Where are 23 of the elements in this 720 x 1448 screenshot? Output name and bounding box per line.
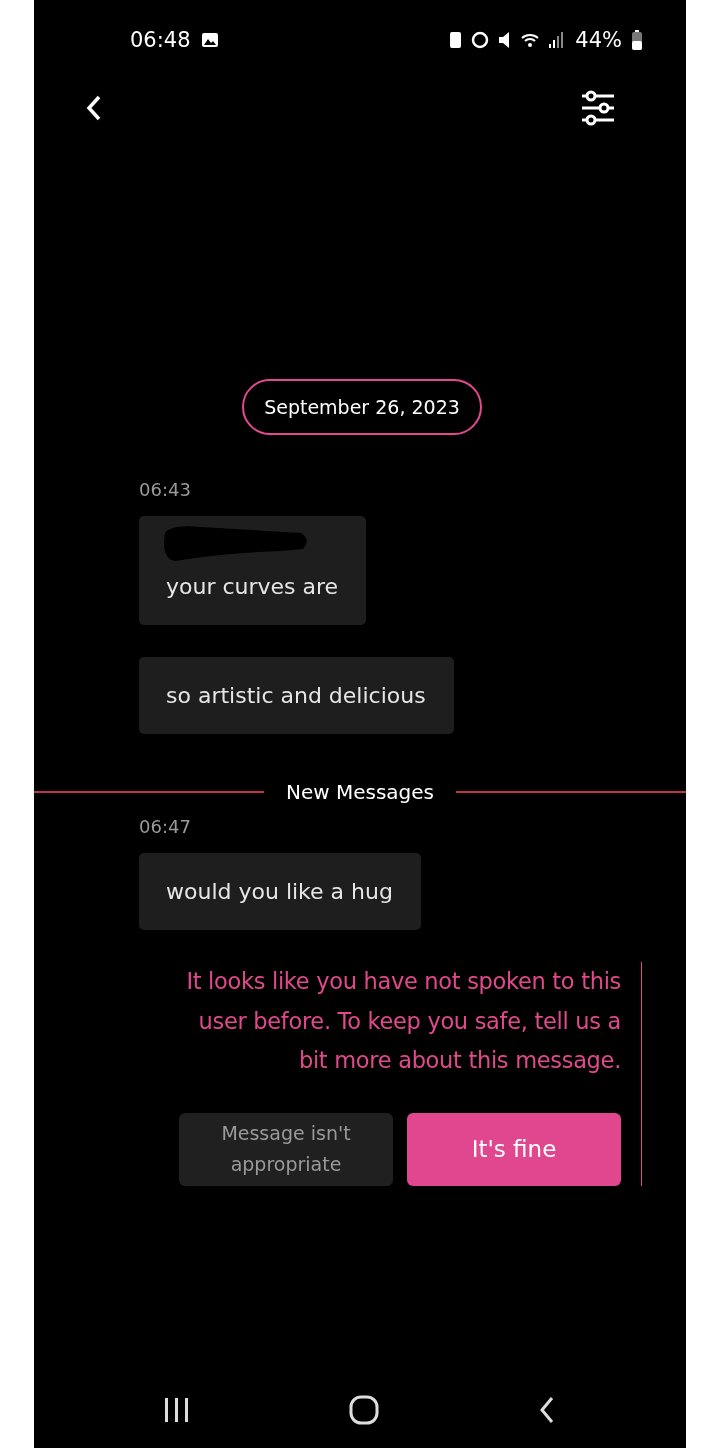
- confirm-button[interactable]: It's fine: [407, 1112, 621, 1186]
- back-icon[interactable]: [538, 1396, 556, 1424]
- message-bubble: your curves are: [139, 516, 367, 625]
- recents-icon[interactable]: [164, 1398, 190, 1422]
- report-button[interactable]: Message isn't appropriate: [179, 1112, 393, 1186]
- home-icon[interactable]: [349, 1395, 379, 1425]
- safety-warning: It looks like you have not spoken to this user before. To keep you safe, tell us a bit more about this message.: [185, 967, 621, 1075]
- status-time: 06:48: [130, 28, 191, 52]
- alarm-icon: [471, 31, 490, 49]
- battery-saver-icon: [450, 32, 462, 48]
- battery-icon: [632, 30, 642, 50]
- message-time: 06:47: [139, 816, 191, 837]
- gallery-icon: [200, 32, 219, 48]
- signal-icon: [549, 32, 566, 48]
- battery-percent: 44%: [575, 28, 622, 52]
- settings-icon[interactable]: [580, 90, 616, 126]
- date-chip: September 26, 2023: [242, 379, 482, 435]
- mute-icon: [499, 32, 512, 48]
- message-time: 06:43: [139, 479, 191, 500]
- message-bubble: so artistic and delicious: [139, 657, 454, 734]
- new-messages-divider: New Messages: [285, 780, 435, 804]
- message-bubble: would you like a hug: [139, 853, 421, 930]
- wifi-icon: [521, 33, 540, 47]
